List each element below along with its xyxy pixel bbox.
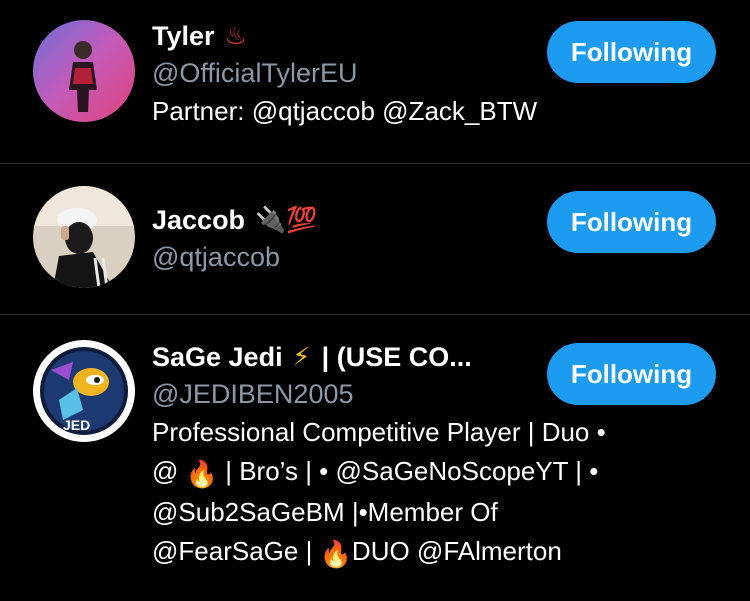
bio-text: DUO @FAlmerton	[351, 535, 562, 566]
svg-text:JED: JED	[63, 417, 90, 433]
avatar-tyler[interactable]	[33, 20, 135, 122]
following-button[interactable]: Following	[547, 21, 716, 83]
avatar-sage-jedi[interactable]: JED	[33, 340, 135, 442]
following-list: Tyler ♨ @OfficialTylerEU Partner: @qtjac…	[0, 0, 750, 601]
user-row-tyler[interactable]: Tyler ♨ @OfficialTylerEU Partner: @qtjac…	[0, 0, 750, 163]
bio-text: @FearSaGe |	[152, 535, 320, 566]
fire-emoji-icon: 🔥	[319, 538, 352, 569]
user-bio: Professional Competitive Player | Duo • …	[152, 413, 712, 573]
avatar-jaccob[interactable]	[33, 186, 135, 288]
lightning-emoji-icon: ⚡	[292, 343, 311, 371]
user-row-sage-jedi[interactable]: JED SaGe Jedi ⚡ | (USE CO... @JEDIBEN200…	[0, 315, 750, 601]
display-name-text: Tyler	[152, 21, 215, 51]
user-row-jaccob[interactable]: Jaccob 🔌💯 @qtjaccob Following	[0, 164, 750, 314]
bio-text: | Bro’s | • @SaGeNoScopeYT | •	[218, 455, 599, 486]
bio-line: Professional Competitive Player | Duo •	[152, 417, 606, 447]
bio-text: @	[152, 455, 186, 486]
hot-springs-emoji-icon: ♨	[224, 22, 247, 50]
following-button[interactable]: Following	[547, 343, 716, 405]
following-button[interactable]: Following	[547, 191, 716, 253]
bio-line: @FearSaGe | 🔥DUO @FAlmerton	[152, 532, 712, 574]
user-bio: Partner: @qtjaccob @Zack_BTW	[152, 96, 538, 126]
bio-line: @ 🔥 | Bro’s | • @SaGeNoScopeYT | •	[152, 452, 712, 494]
plug-hundred-emoji-icon: 🔌💯	[255, 206, 318, 234]
display-name-suffix: | (USE CO...	[314, 342, 472, 372]
display-name-text: SaGe Jedi	[152, 342, 283, 372]
display-name-text: Jaccob	[152, 205, 246, 235]
fire-emoji-icon: 🔥	[185, 458, 218, 489]
bio-line: @Sub2SaGeBM |•Member Of	[152, 497, 498, 527]
